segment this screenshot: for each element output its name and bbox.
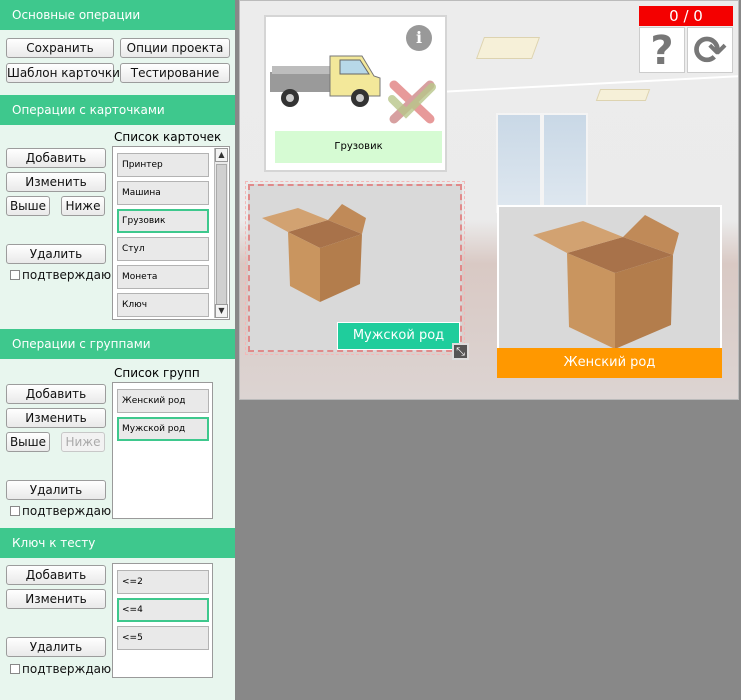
cards-list-title: Список карточек [114, 130, 222, 144]
list-item[interactable]: Женский род [117, 389, 209, 413]
list-item[interactable]: Монета [117, 265, 209, 289]
checkbox-box[interactable] [10, 664, 20, 674]
card-confirm-checkbox[interactable]: подтверждаю [10, 268, 111, 282]
group-add-button[interactable]: Добавить [6, 384, 106, 404]
window [542, 113, 588, 213]
scroll-thumb[interactable] [216, 164, 227, 314]
truck-image [270, 55, 381, 107]
cards-listbox[interactable]: Принтер Машина Грузовик Стул Монета Ключ… [112, 146, 230, 320]
group-label-feminine: Женский род [497, 348, 722, 378]
window [496, 113, 542, 213]
wall-edge [440, 75, 738, 93]
save-button[interactable]: Сохранить [6, 38, 114, 58]
group-confirm-label: подтверждаю [22, 504, 112, 518]
section-basic-header: Основные операции [0, 0, 235, 30]
cardboard-box-image [262, 204, 366, 302]
scroll-down-arrow-icon[interactable]: ▼ [215, 304, 228, 318]
group-up-button[interactable]: Выше [6, 432, 50, 452]
list-item[interactable]: Ключ [117, 293, 209, 317]
key-confirm-label: подтверждаю [22, 662, 112, 676]
cards-scrollbar[interactable]: ▲ ▼ [214, 148, 228, 318]
resize-icon[interactable]: ⤡ [452, 343, 469, 360]
restart-icon: ⟳ [693, 28, 727, 74]
list-item[interactable]: Стул [117, 237, 209, 261]
list-item[interactable]: <=5 [117, 626, 209, 650]
question-icon: ? [650, 28, 674, 74]
list-item[interactable]: Принтер [117, 153, 209, 177]
key-listbox[interactable]: <=2 <=4 <=5 [112, 563, 213, 678]
checkbox-box[interactable] [10, 270, 20, 280]
restart-button[interactable]: ⟳ [687, 27, 733, 74]
project-options-button[interactable]: Опции проекта [120, 38, 230, 58]
list-item-selected[interactable]: Мужской род [117, 417, 209, 441]
cardboard-box-image [533, 215, 679, 348]
list-item[interactable]: Машина [117, 181, 209, 205]
card-edit-button[interactable]: Изменить [6, 172, 106, 192]
ceiling-light [595, 89, 651, 101]
section-cards-header: Операции с карточками [0, 95, 235, 125]
groups-listbox[interactable]: Женский род Мужской род [112, 382, 213, 519]
group-confirm-checkbox[interactable]: подтверждаю [10, 504, 111, 518]
group-box-feminine[interactable]: Женский род [497, 205, 722, 378]
draggable-card[interactable]: i Грузовик [264, 15, 447, 172]
group-down-button[interactable]: Ниже [61, 432, 105, 452]
key-confirm-checkbox[interactable]: подтверждаю [10, 662, 111, 676]
group-edit-button[interactable]: Изменить [6, 408, 106, 428]
scroll-up-arrow-icon[interactable]: ▲ [215, 148, 228, 162]
key-edit-button[interactable]: Изменить [6, 589, 106, 609]
card-down-button[interactable]: Ниже [61, 196, 105, 216]
group-delete-button[interactable]: Удалить [6, 480, 106, 500]
score-display: 0 / 0 [639, 6, 733, 26]
card-delete-button[interactable]: Удалить [6, 244, 106, 264]
group-label-masculine: Мужской род [337, 322, 460, 350]
groups-list-title: Список групп [114, 366, 200, 380]
left-panel: Основные операции Сохранить Опции проект… [0, 0, 235, 700]
section-groups-header: Операции с группами [0, 329, 235, 359]
list-item-selected[interactable]: <=4 [117, 598, 209, 622]
wrong-mark-icon [388, 80, 436, 124]
card-add-button[interactable]: Добавить [6, 148, 106, 168]
checkbox-box[interactable] [10, 506, 20, 516]
info-icon[interactable]: i [406, 25, 432, 51]
key-add-button[interactable]: Добавить [6, 565, 106, 585]
list-item-selected[interactable]: Грузовик [117, 209, 209, 233]
testing-button[interactable]: Тестирование [120, 63, 230, 83]
card-confirm-label: подтверждаю [22, 268, 112, 282]
card-label: Грузовик [275, 131, 442, 163]
help-button[interactable]: ? [639, 27, 685, 74]
group-box-masculine[interactable]: Мужской род [245, 181, 465, 355]
card-template-button[interactable]: Шаблон карточки [6, 63, 120, 83]
key-delete-button[interactable]: Удалить [6, 637, 106, 657]
list-item[interactable]: <=2 [117, 570, 209, 594]
card-up-button[interactable]: Выше [6, 196, 50, 216]
ceiling-light [475, 37, 541, 59]
section-key-header: Ключ к тесту [0, 528, 235, 558]
